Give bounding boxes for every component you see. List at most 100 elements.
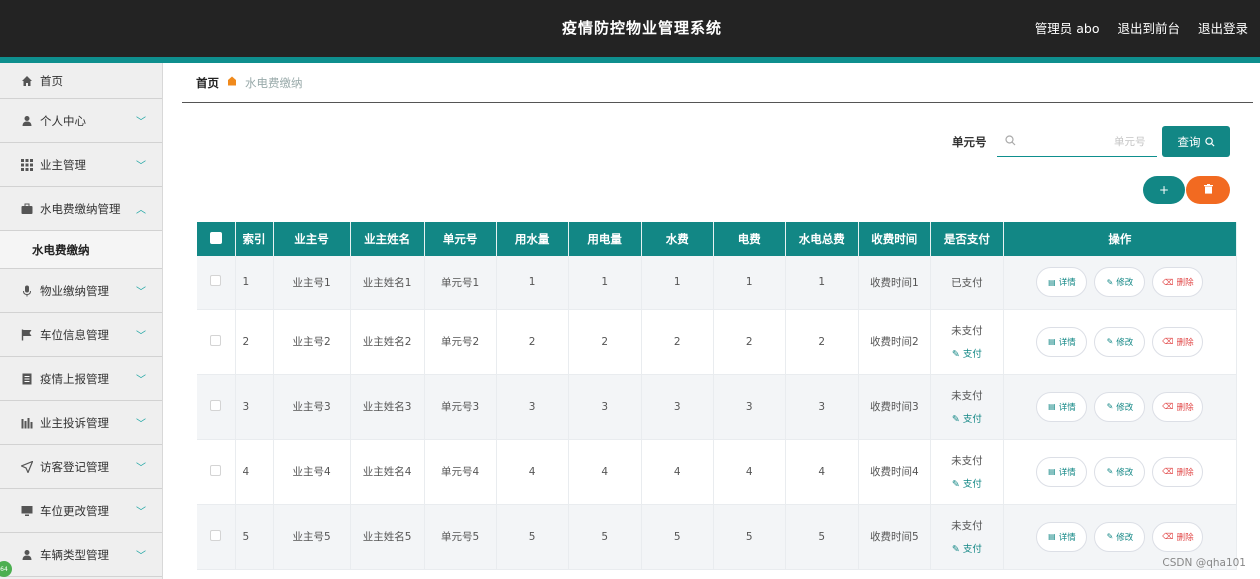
total-fee-cell: 4 [785,439,859,505]
chevron-down-icon: ﹀ [136,375,146,386]
mic-icon [20,284,33,297]
sidebar-item-property-payment[interactable]: 物业缴纳管理 ﹀ [0,269,162,313]
search-box[interactable] [996,127,1157,157]
top-links: 管理员 abo 退出到前台 退出登录 [1035,18,1248,37]
home-icon [20,74,33,87]
paid-status: 未支付 [951,325,983,337]
select-all-checkbox[interactable] [197,222,236,256]
query-button-label: 查询 [1177,134,1201,149]
delete-button[interactable]: ⌫ 删除 [1152,267,1204,298]
breadcrumb-home[interactable]: 首页 [196,75,219,91]
index-cell: 3 [235,374,274,440]
power-usage-cell: 5 [568,504,642,570]
sidebar-item-label: 首页 [40,73,63,88]
detail-button[interactable]: ▤ 详情 [1036,326,1088,357]
charge-time-cell: 收费时间4 [858,439,931,505]
paid-status: 未支付 [951,520,983,532]
paid-status: 未支付 [951,390,983,402]
top-bar: 疫情防控物业管理系统 管理员 abo 退出到前台 退出登录 [0,0,1260,57]
sidebar-item-utility-payment[interactable]: 水电费缴纳管理 ︿ [0,187,162,231]
sidebar-item-home[interactable]: 首页 [0,63,162,99]
query-button[interactable]: 查询 [1162,126,1230,157]
breadcrumb: 首页 水电费缴纳 [182,63,1253,103]
power-fee-cell: 5 [713,504,786,570]
water-usage-cell: 4 [496,439,569,505]
col-header-water-fee: 水费 [641,222,714,256]
detail-button[interactable]: ▤ 详情 [1036,521,1088,552]
edit-button[interactable]: ✎ 修改 [1094,267,1146,298]
edit-icon: ✎ [951,544,963,555]
briefcase-icon [20,202,33,215]
edit-button-label: 修改 [1116,278,1134,289]
pay-link[interactable]: ✎ 支付 [931,476,1003,490]
owner-name-cell: 业主姓名1 [350,256,425,310]
row-checkbox[interactable] [197,256,236,310]
watermark: CSDN @qha101 [1162,557,1246,569]
trash-icon [1203,183,1213,197]
row-checkbox[interactable] [197,309,236,375]
edit-button[interactable]: ✎ 修改 [1094,326,1146,357]
col-header-actions: 操作 [1003,222,1238,256]
sidebar-item-complaints[interactable]: 业主投诉管理 ﹀ [0,401,162,445]
index-cell: 5 [235,504,274,570]
pay-link[interactable]: ✎ 支付 [931,541,1003,555]
edit-icon: ✎ [1106,532,1114,541]
sidebar-item-visitors[interactable]: 访客登记管理 ﹀ [0,445,162,489]
detail-button[interactable]: ▤ 详情 [1036,456,1088,487]
breadcrumb-separator-icon [227,76,237,89]
user-icon [20,548,33,561]
sidebar-item-profile[interactable]: 个人中心 ﹀ [0,99,162,143]
actions-cell: ▤ 详情 ✎ 修改 ⌫ 删除 [1003,439,1238,505]
delete-button[interactable]: ⌫ 删除 [1152,456,1204,487]
delete-button[interactable]: ⌫ 删除 [1152,521,1204,552]
index-cell: 4 [235,439,274,505]
water-usage-cell: 2 [496,309,569,375]
detail-button[interactable]: ▤ 详情 [1036,391,1088,422]
sidebar-item-parking-info[interactable]: 车位信息管理 ﹀ [0,313,162,357]
delete-button-label: 删除 [1176,467,1194,478]
bars-icon [20,416,33,429]
edit-icon: ✎ [951,414,963,425]
power-fee-cell: 2 [713,309,786,375]
index-cell: 2 [235,309,274,375]
edit-button[interactable]: ✎ 修改 [1094,391,1146,422]
table-header-row: 索引 业主号 业主姓名 单元号 用水量 用电量 水费 电费 水电总费 收费时间 … [197,222,1238,256]
edit-button-label: 修改 [1116,337,1134,348]
chevron-down-icon: ﹀ [136,419,146,430]
back-to-front-link[interactable]: 退出到前台 [1117,18,1180,37]
delete-button[interactable]: ⌫ 删除 [1152,391,1204,422]
pay-link[interactable]: ✎ 支付 [931,411,1003,425]
owner-no-cell: 业主号5 [273,504,351,570]
charge-time-cell: 收费时间1 [858,256,931,310]
sidebar-subitem-utility-payment[interactable]: 水电费缴纳 [0,231,162,269]
sidebar-item-parking-change[interactable]: 车位更改管理 ﹀ [0,489,162,533]
batch-delete-button[interactable] [1186,176,1230,204]
water-fee-cell: 3 [641,374,714,440]
trash-icon: ⌫ [1162,467,1174,476]
admin-label[interactable]: 管理员 abo [1035,18,1100,37]
sidebar-item-label: 车位更改管理 [40,503,109,518]
edit-button[interactable]: ✎ 修改 [1094,456,1146,487]
sidebar-item-owners[interactable]: 业主管理 ﹀ [0,143,162,187]
logout-link[interactable]: 退出登录 [1198,18,1248,37]
sidebar-item-vehicle-types[interactable]: 车辆类型管理 ﹀ [0,533,162,577]
chevron-down-icon: ﹀ [136,463,146,474]
search-input[interactable] [1015,135,1146,148]
add-button[interactable]: + [1143,176,1185,204]
breadcrumb-current: 水电费缴纳 [245,75,303,90]
col-header-charge-time: 收费时间 [858,222,931,256]
row-checkbox[interactable] [197,374,236,440]
detail-button[interactable]: ▤ 详情 [1036,267,1088,298]
row-checkbox[interactable] [197,504,236,570]
owner-name-cell: 业主姓名4 [350,439,425,505]
delete-button[interactable]: ⌫ 删除 [1152,326,1204,357]
owner-name-cell: 业主姓名5 [350,504,425,570]
detail-button-label: 详情 [1058,467,1076,478]
edit-button[interactable]: ✎ 修改 [1094,521,1146,552]
row-checkbox[interactable] [197,439,236,505]
pay-link[interactable]: ✎ 支付 [931,346,1003,360]
search-label: 单元号 [952,135,987,149]
charge-time-cell: 收费时间3 [858,374,931,440]
document-icon: ▤ [1048,402,1056,411]
sidebar-item-epidemic-report[interactable]: 疫情上报管理 ﹀ [0,357,162,401]
